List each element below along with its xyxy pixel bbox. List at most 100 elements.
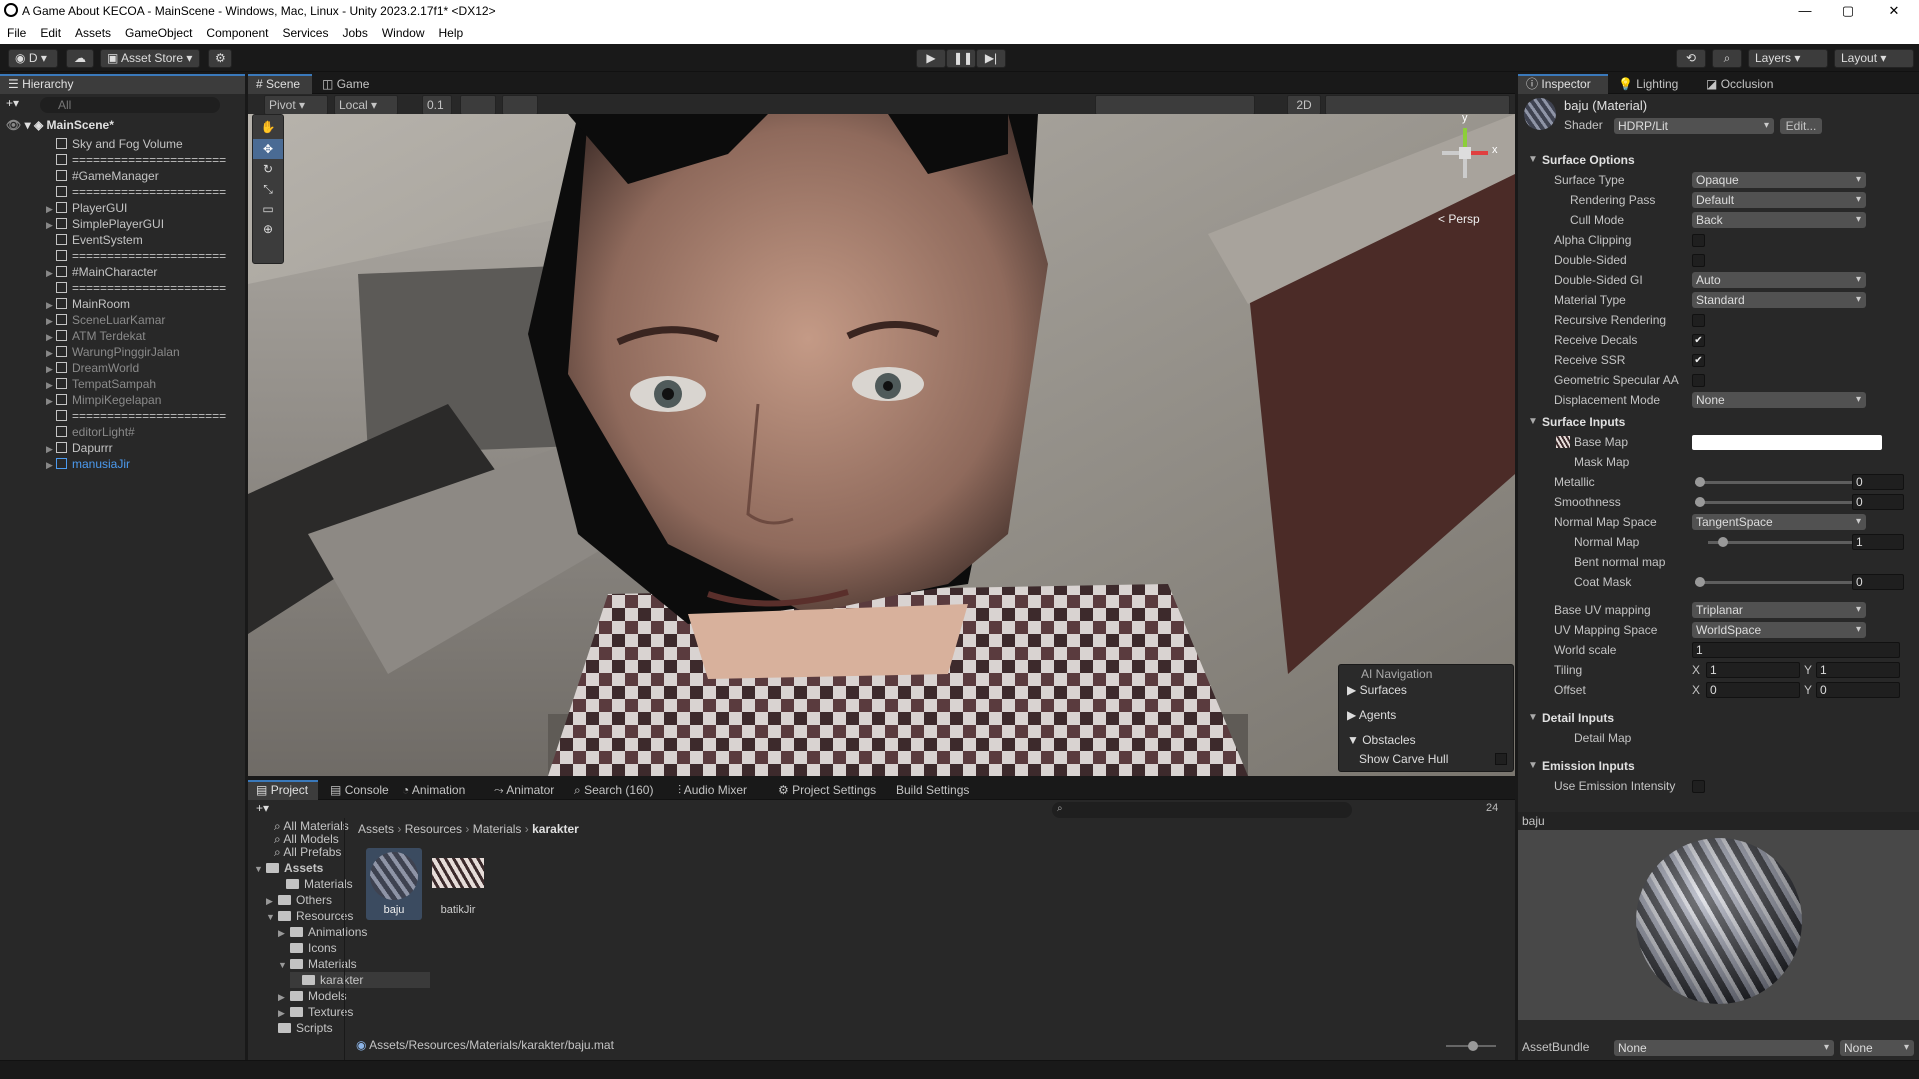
- breadcrumb-resources[interactable]: Resources: [405, 822, 462, 836]
- expand-arrow-icon[interactable]: ▶: [278, 989, 290, 1005]
- rotate-tool-icon[interactable]: ↻: [253, 159, 283, 179]
- asset-baju[interactable]: baju: [366, 848, 422, 920]
- tab-lighting[interactable]: 💡 Lighting: [1610, 74, 1686, 94]
- slider-knob[interactable]: [1468, 1041, 1478, 1051]
- expand-arrow-icon[interactable]: ▶: [46, 217, 56, 233]
- folder-tree-item[interactable]: ▶ Animations: [278, 924, 367, 940]
- expand-arrow-icon[interactable]: ▶: [46, 313, 56, 329]
- property-checkbox[interactable]: [1692, 780, 1705, 793]
- detail-inputs-header[interactable]: ▼ Detail Inputs: [1518, 708, 1919, 728]
- thumbnail-size-slider[interactable]: [1446, 1041, 1496, 1051]
- hierarchy-item[interactable]: EventSystem: [0, 232, 245, 248]
- create-icon[interactable]: +▾: [256, 801, 269, 815]
- folder-tree-item[interactable]: Materials: [274, 876, 353, 892]
- hierarchy-item[interactable]: Sky and Fog Volume: [0, 136, 245, 152]
- menu-edit[interactable]: Edit: [33, 22, 68, 40]
- hierarchy-item[interactable]: ======================: [0, 280, 245, 296]
- expand-arrow-icon[interactable]: ▶: [278, 1005, 290, 1021]
- tab-build-settings[interactable]: Build Settings: [888, 780, 977, 800]
- expand-arrow-icon[interactable]: ▶: [46, 393, 56, 409]
- assetbundle-dropdown[interactable]: None: [1614, 1040, 1834, 1056]
- shader-edit-button[interactable]: Edit...: [1780, 118, 1822, 134]
- maximize-button[interactable]: ▢: [1828, 2, 1868, 20]
- grid-toggle-button[interactable]: [502, 95, 538, 115]
- scene-viewport[interactable]: ✋ ✥ ↻ ⤡ ▭ ⊕ y x < Persp AI Navigation ▶ …: [248, 114, 1515, 776]
- scale-tool-icon[interactable]: ⤡: [253, 179, 283, 199]
- base-map-color[interactable]: [1692, 435, 1882, 450]
- hierarchy-item[interactable]: ▶ WarungPinggirJalan: [0, 344, 245, 360]
- expand-arrow-icon[interactable]: ▼: [254, 861, 266, 877]
- uv-space-dropdown[interactable]: WorldSpace: [1692, 622, 1866, 638]
- expand-arrow-icon[interactable]: ▶: [46, 457, 56, 473]
- hierarchy-item[interactable]: ▶ ATM Terdekat: [0, 328, 245, 344]
- perspective-label[interactable]: < Persp: [1438, 212, 1480, 226]
- coat-mask-field[interactable]: 0: [1852, 574, 1904, 590]
- folder-tree-item[interactable]: Icons: [278, 940, 337, 956]
- hierarchy-item[interactable]: ▶ Dapurrr: [0, 440, 245, 456]
- tab-project[interactable]: ▤ Project: [248, 780, 318, 800]
- property-dropdown[interactable]: Back: [1692, 212, 1866, 228]
- expand-arrow-icon[interactable]: ▶: [46, 345, 56, 361]
- folder-tree-item[interactable]: ▶ Others: [266, 892, 332, 908]
- tab-scene[interactable]: # Scene: [248, 74, 312, 94]
- hand-tool-icon[interactable]: ✋: [253, 115, 283, 139]
- texture-slot-icon[interactable]: [1556, 436, 1570, 448]
- tab-game[interactable]: ◫ Game: [314, 74, 378, 94]
- ai-nav-obstacles[interactable]: ▼ Obstacles: [1347, 733, 1416, 747]
- hierarchy-item[interactable]: ▶ TempatSampah: [0, 376, 245, 392]
- slider-knob[interactable]: [1695, 577, 1705, 587]
- menu-services[interactable]: Services: [275, 22, 335, 40]
- expand-arrow-icon[interactable]: ▶: [46, 265, 56, 281]
- asset-store-button[interactable]: ▣ Asset Store ▾: [100, 49, 200, 68]
- play-button[interactable]: ▶: [916, 49, 946, 68]
- rect-tool-icon[interactable]: ▭: [253, 199, 283, 219]
- folder-tree-item[interactable]: ▼ Assets: [254, 860, 323, 876]
- step-button[interactable]: ▶|: [976, 49, 1006, 68]
- hierarchy-item[interactable]: ▶ MimpiKegelapan: [0, 392, 245, 408]
- normal-scale-slider[interactable]: [1708, 537, 1852, 547]
- hierarchy-item[interactable]: ======================: [0, 184, 245, 200]
- menu-component[interactable]: Component: [199, 22, 275, 40]
- surface-options-header[interactable]: ▼ Surface Options: [1518, 150, 1919, 170]
- hierarchy-item[interactable]: ======================: [0, 248, 245, 264]
- menu-window[interactable]: Window: [375, 22, 432, 40]
- property-dropdown[interactable]: Default: [1692, 192, 1866, 208]
- slider-knob[interactable]: [1695, 477, 1705, 487]
- layers-dropdown[interactable]: Layers ▾: [1748, 49, 1828, 68]
- metallic-slider[interactable]: [1695, 477, 1855, 487]
- menu-help[interactable]: Help: [432, 22, 471, 40]
- cloud-button[interactable]: ☁: [66, 49, 94, 68]
- snap-increment-field[interactable]: 0.1: [422, 95, 452, 115]
- breadcrumb-assets[interactable]: Assets: [358, 822, 394, 836]
- hierarchy-item[interactable]: editorLight#: [0, 424, 245, 440]
- minimize-button[interactable]: —: [1785, 2, 1825, 20]
- hierarchy-item[interactable]: #GameManager: [0, 168, 245, 184]
- menu-jobs[interactable]: Jobs: [335, 22, 374, 40]
- hierarchy-item[interactable]: ▶ PlayerGUI: [0, 200, 245, 216]
- hierarchy-item[interactable]: ▶ SimplePlayerGUI: [0, 216, 245, 232]
- tab-animator[interactable]: ⤳ Animator: [486, 780, 562, 800]
- ai-nav-agents[interactable]: ▶ Agents: [1347, 708, 1396, 722]
- folder-tree-item[interactable]: ▶ Textures: [278, 1004, 353, 1020]
- hierarchy-item[interactable]: ▶ SceneLuarKamar: [0, 312, 245, 328]
- expand-arrow-icon[interactable]: ▶: [46, 441, 56, 457]
- pause-button[interactable]: ❚❚: [946, 49, 976, 68]
- folder-tree-item[interactable]: Scripts: [266, 1020, 333, 1036]
- property-checkbox[interactable]: ✔: [1692, 354, 1705, 367]
- tiling-y-field[interactable]: 1: [1816, 662, 1900, 678]
- slider-knob[interactable]: [1695, 497, 1705, 507]
- tab-occlusion[interactable]: ◪ Occlusion: [1698, 74, 1781, 94]
- hierarchy-item[interactable]: ▶ manusiaJir: [0, 456, 245, 472]
- expand-arrow-icon[interactable]: ▶: [46, 329, 56, 345]
- assetbundle-variant-dropdown[interactable]: None: [1840, 1040, 1914, 1056]
- history-button[interactable]: ⟲: [1676, 49, 1706, 68]
- property-checkbox[interactable]: [1692, 254, 1705, 267]
- folder-tree-item[interactable]: ▶ Models: [278, 988, 347, 1004]
- tab-search[interactable]: ⌕ Search (160): [566, 780, 661, 800]
- breadcrumb-materials[interactable]: Materials: [473, 822, 522, 836]
- tab-project-settings[interactable]: ⚙ Project Settings: [770, 780, 884, 800]
- add-icon[interactable]: +▾: [6, 96, 22, 110]
- tab-console[interactable]: ▤ Console: [322, 780, 397, 800]
- property-checkbox[interactable]: [1692, 314, 1705, 327]
- surface-inputs-header[interactable]: ▼ Surface Inputs: [1518, 412, 1919, 432]
